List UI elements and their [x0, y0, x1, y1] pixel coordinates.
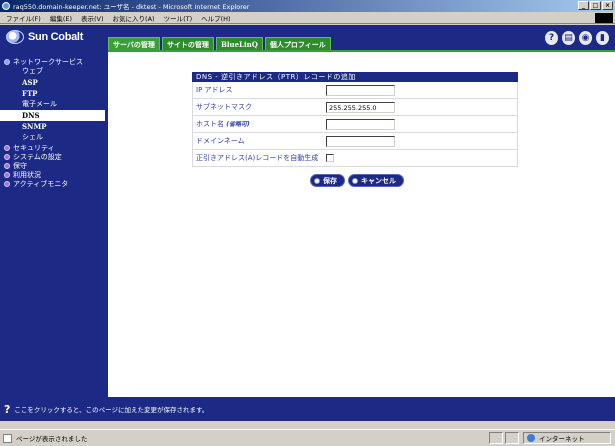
- status-bar: ページが表示されました インターネット: [0, 429, 615, 446]
- minimize-button[interactable]: _: [578, 1, 589, 10]
- sun-cobalt-logo: Sun Cobalt: [6, 30, 83, 44]
- menu-bullet-icon: [4, 180, 10, 187]
- menu-tools[interactable]: ツール(T): [164, 13, 193, 23]
- main-content: DNS - 逆引きアドレス（PTR）レコードの追加 IP アドレス サブネットマ…: [108, 52, 615, 397]
- tab-server-management[interactable]: サーバの管理: [108, 37, 160, 51]
- status-cell: [489, 432, 503, 444]
- menu-edit[interactable]: 編集(E): [50, 13, 72, 23]
- app-header: Sun Cobalt サーバの管理 サイトの管理 BlueLinQ 個人プロフィ…: [0, 25, 615, 51]
- sidebar-item-email[interactable]: 電子メール: [0, 99, 108, 110]
- ip-address-field[interactable]: [326, 84, 395, 96]
- tab-personal-profile[interactable]: 個人プロフィール: [264, 37, 331, 51]
- main-tabs: サーバの管理 サイトの管理 BlueLinQ 個人プロフィール: [108, 37, 331, 51]
- cobalt-orb-icon: [6, 30, 24, 44]
- menu-bullet-icon: [4, 144, 10, 151]
- form-row-host: ホスト名 (省略可): [192, 116, 518, 133]
- domain-name-label: ドメインネーム: [196, 137, 245, 145]
- menu-bullet-icon: [4, 58, 10, 65]
- domain-name-field[interactable]: [326, 135, 395, 147]
- menu-view[interactable]: 表示(V): [81, 13, 104, 23]
- close-button[interactable]: ×: [602, 1, 613, 10]
- hint-text: ここをクリックすると、このページに加えた変更が保存されます。: [14, 406, 209, 414]
- eye-icon[interactable]: ◉: [579, 31, 592, 45]
- frame-gap: [0, 421, 615, 429]
- status-text: ページが表示されました: [16, 435, 88, 443]
- sidebar: ネットワークサービス ウェブ ASP FTP 電子メール DNS SNMP シェ…: [0, 51, 108, 397]
- sidebar-item-shell[interactable]: シェル: [0, 132, 108, 143]
- windows-logo-icon: [595, 13, 613, 23]
- sidebar-item-label: ネットワークサービス: [13, 57, 83, 66]
- internet-explorer-icon: [2, 2, 10, 10]
- status-cell: [505, 432, 519, 444]
- form-row-domain: ドメインネーム: [192, 133, 518, 150]
- menu-bullet-icon: [4, 171, 10, 178]
- menu-file[interactable]: ファイル(F): [6, 13, 41, 23]
- hint-bar: ? ここをクリックすると、このページに加えた変更が保存されます。: [0, 397, 615, 421]
- sidebar-item-asp[interactable]: ASP: [0, 77, 108, 88]
- menu-favorites[interactable]: お気に入り(A): [113, 13, 155, 23]
- host-name-field[interactable]: [326, 118, 395, 130]
- button-bullet-icon: [352, 177, 358, 184]
- optional-hint: (省略可): [226, 121, 250, 128]
- form-row-auto-a-record: 正引きアドレス(A)レコードを自動生成: [192, 150, 518, 167]
- question-icon: ?: [4, 402, 11, 416]
- auto-a-record-checkbox[interactable]: [326, 154, 334, 162]
- save-button[interactable]: 保存: [310, 174, 345, 187]
- sidebar-item-web[interactable]: ウェブ: [0, 66, 108, 77]
- menu-bullet-icon: [4, 162, 10, 169]
- maximize-button[interactable]: □: [590, 1, 601, 10]
- tab-bluelinq[interactable]: BlueLinQ: [215, 37, 263, 51]
- sidebar-item-ftp[interactable]: FTP: [0, 88, 108, 99]
- subnet-mask-label: サブネットマスク: [196, 103, 252, 111]
- host-name-label-text: ホスト名: [196, 120, 224, 128]
- tab-site-management[interactable]: サイトの管理: [161, 37, 214, 51]
- form-row-ip: IP アドレス: [192, 82, 518, 99]
- auto-a-record-label: 正引きアドレス(A)レコードを自動生成: [196, 154, 319, 162]
- help-icon[interactable]: ?: [545, 31, 558, 45]
- ip-address-label: IP アドレス: [196, 86, 233, 94]
- host-name-label: ホスト名 (省略可): [193, 119, 326, 129]
- sidebar-item-active-monitor[interactable]: アクティブモニタ: [0, 179, 108, 188]
- menu-help[interactable]: ヘルプ(H): [201, 13, 230, 23]
- cancel-button-label: キャンセル: [361, 176, 396, 185]
- sidebar-item-label: アクティブモニタ: [13, 179, 69, 188]
- window-title: raq550.domain-keeper.net: ユーザ名 - dktest …: [13, 3, 250, 11]
- sidebar-item-snmp[interactable]: SNMP: [0, 121, 108, 132]
- button-bullet-icon: [314, 177, 320, 184]
- save-button-label: 保存: [323, 176, 337, 185]
- security-zone: インターネット: [523, 432, 611, 444]
- logo-text: Sun Cobalt: [28, 31, 84, 43]
- page-icon: [3, 433, 12, 443]
- menu-bar: ファイル(F) 編集(E) 表示(V) お気に入り(A) ツール(T) ヘルプ(…: [0, 12, 615, 24]
- cancel-button[interactable]: キャンセル: [348, 174, 404, 187]
- console-icon[interactable]: ▤: [562, 31, 575, 45]
- form-title: DNS - 逆引きアドレス（PTR）レコードの追加: [192, 72, 518, 82]
- zone-label: インターネット: [539, 435, 585, 443]
- form-row-mask: サブネットマスク 255.255.255.0: [192, 99, 518, 116]
- logout-icon[interactable]: ▮: [596, 31, 609, 45]
- sidebar-item-dns[interactable]: DNS: [0, 110, 105, 121]
- sidebar-item-network-services[interactable]: ネットワークサービス: [0, 57, 108, 66]
- globe-icon: [527, 434, 535, 442]
- menu-bullet-icon: [4, 153, 10, 160]
- ptr-record-form: DNS - 逆引きアドレス（PTR）レコードの追加 IP アドレス サブネットマ…: [192, 72, 518, 167]
- subnet-mask-field[interactable]: 255.255.255.0: [326, 101, 395, 113]
- window-title-bar[interactable]: raq550.domain-keeper.net: ユーザ名 - dktest …: [0, 0, 615, 12]
